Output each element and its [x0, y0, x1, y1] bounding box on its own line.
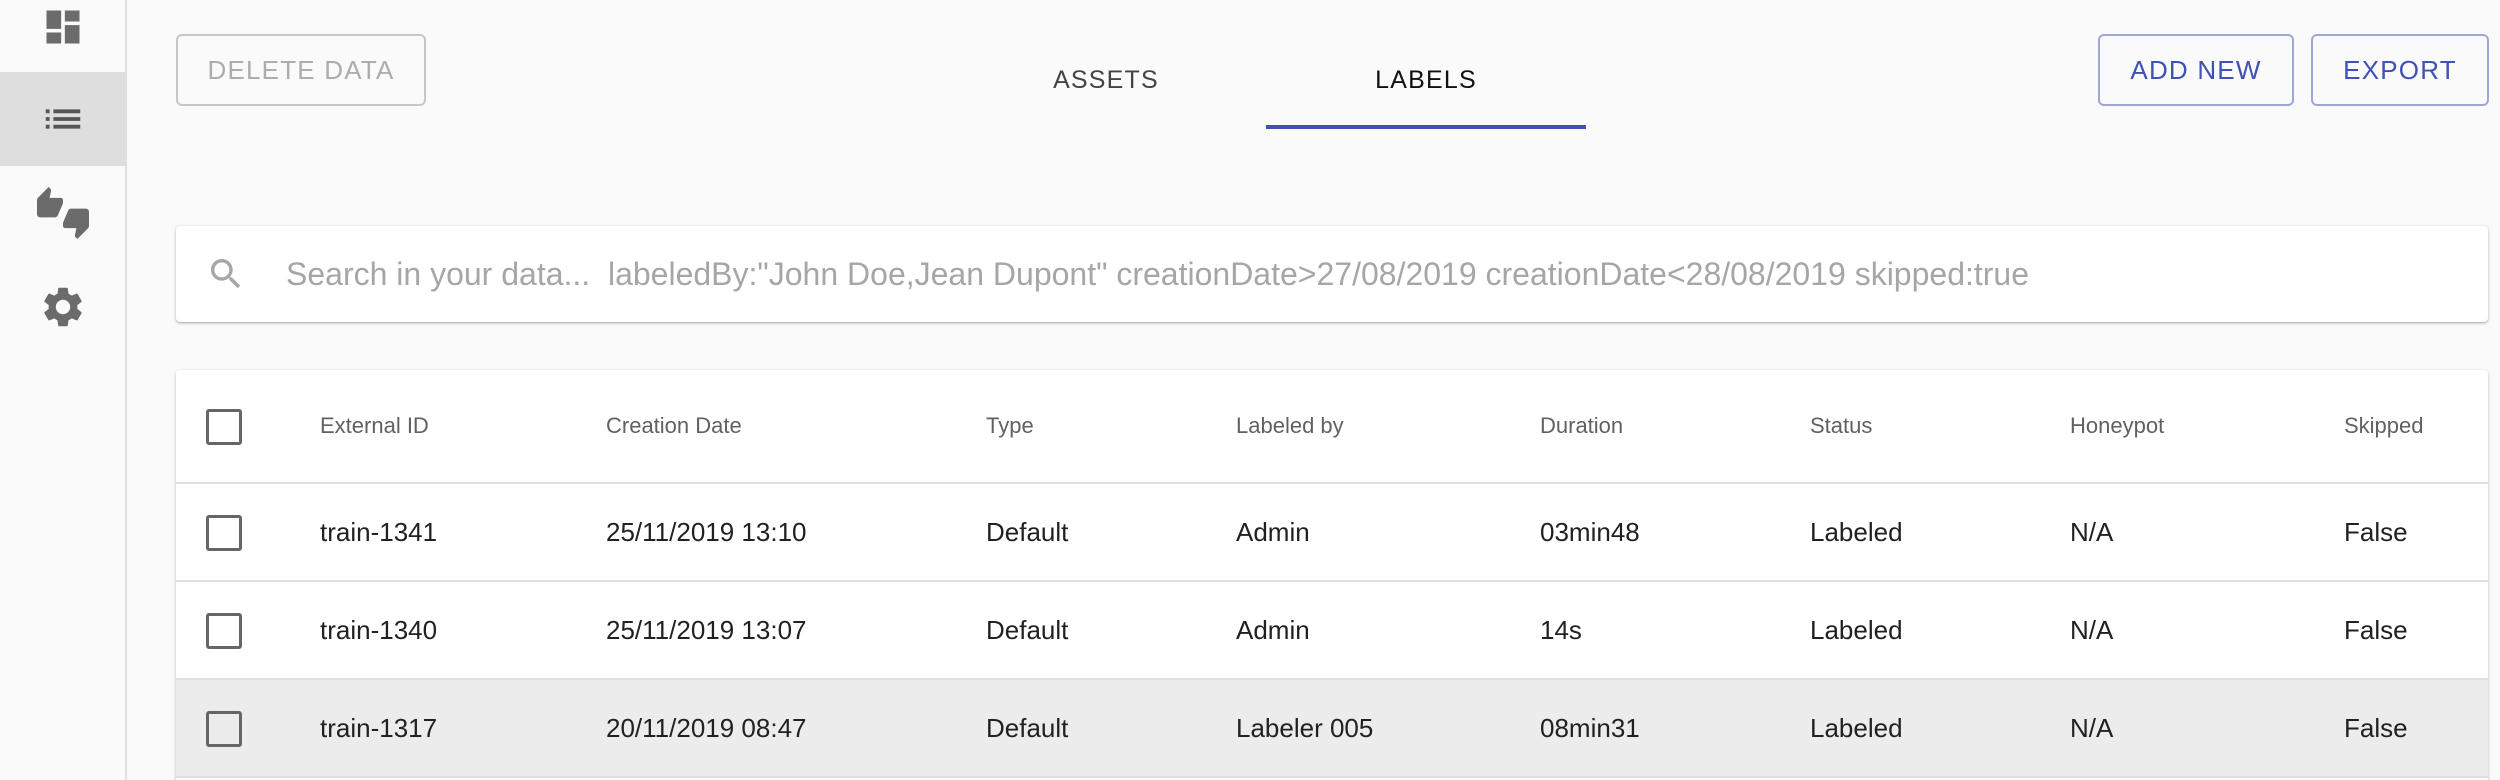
sidebar-item-review[interactable]: [0, 166, 125, 260]
column-header-duration[interactable]: Duration: [1540, 370, 1623, 482]
cell-duration: 08min31: [1540, 712, 1640, 743]
thumbs-up-down-icon: [36, 187, 89, 239]
tab-assets[interactable]: ASSETS: [1000, 40, 1212, 130]
search-icon: [211, 259, 241, 289]
row-checkbox[interactable]: [206, 613, 242, 649]
cell-external-id: train-1317: [320, 712, 438, 743]
cell-honeypot: N/A: [2070, 516, 2114, 547]
table-header-row: External ID Creation Date Type Labeled b…: [176, 370, 2488, 484]
row-checkbox[interactable]: [206, 711, 242, 747]
labels-table: External ID Creation Date Type Labeled b…: [176, 370, 2488, 780]
cell-skipped: False: [2344, 614, 2408, 645]
cell-skipped: False: [2344, 516, 2408, 547]
cell-type: Default: [986, 712, 1069, 743]
add-new-button[interactable]: ADD NEW: [2098, 34, 2294, 106]
column-header-creation-date[interactable]: Creation Date: [606, 370, 742, 482]
cell-creation-date: 20/11/2019 08:47: [606, 712, 807, 743]
sidebar: [0, 0, 127, 780]
column-header-type[interactable]: Type: [986, 370, 1034, 482]
cell-honeypot: N/A: [2070, 712, 2114, 743]
table-row[interactable]: train-1317 20/11/2019 08:47 Default Labe…: [176, 680, 2488, 778]
gear-icon: [43, 287, 82, 327]
sidebar-item-settings[interactable]: [0, 260, 125, 354]
cell-skipped: False: [2344, 712, 2408, 743]
column-header-labeled-by[interactable]: Labeled by: [1236, 370, 1344, 482]
active-tab-indicator: [1266, 125, 1586, 129]
cell-external-id: train-1341: [320, 516, 438, 547]
app: DELETE DATA ASSETS LABELS ADD NEW EXPORT…: [0, 0, 2500, 780]
search-bar: [176, 226, 2488, 322]
select-all-checkbox[interactable]: [206, 409, 242, 445]
cell-type: Default: [986, 614, 1069, 645]
cell-duration: 14s: [1540, 614, 1582, 645]
export-button[interactable]: EXPORT: [2311, 34, 2489, 106]
search-input[interactable]: [286, 226, 2466, 322]
row-checkbox[interactable]: [206, 515, 242, 551]
cell-type: Default: [986, 516, 1069, 547]
tab-labels[interactable]: LABELS: [1266, 40, 1586, 130]
cell-status: Labeled: [1810, 614, 1903, 645]
list-icon: [45, 109, 80, 129]
column-header-skipped[interactable]: Skipped: [2344, 370, 2424, 482]
cell-status: Labeled: [1810, 516, 1903, 547]
table-row[interactable]: train-1340 25/11/2019 13:07 Default Admi…: [176, 582, 2488, 680]
cell-status: Labeled: [1810, 712, 1903, 743]
cell-creation-date: 25/11/2019 13:10: [606, 516, 807, 547]
cell-creation-date: 25/11/2019 13:07: [606, 614, 807, 645]
sidebar-item-dashboard[interactable]: [0, 0, 125, 74]
cell-external-id: train-1340: [320, 614, 438, 645]
cell-honeypot: N/A: [2070, 614, 2114, 645]
dashboard-icon: [46, 10, 79, 44]
delete-data-button[interactable]: DELETE DATA: [176, 34, 426, 106]
cell-labeled-by: Admin: [1236, 516, 1310, 547]
column-header-external-id[interactable]: External ID: [320, 370, 429, 482]
cell-labeled-by: Labeler 005: [1236, 712, 1374, 743]
column-header-honeypot[interactable]: Honeypot: [2070, 370, 2164, 482]
sidebar-item-labels[interactable]: [0, 72, 125, 166]
column-header-status[interactable]: Status: [1810, 370, 1872, 482]
cell-duration: 03min48: [1540, 516, 1640, 547]
cell-labeled-by: Admin: [1236, 614, 1310, 645]
table-row[interactable]: train-1341 25/11/2019 13:10 Default Admi…: [176, 484, 2488, 582]
